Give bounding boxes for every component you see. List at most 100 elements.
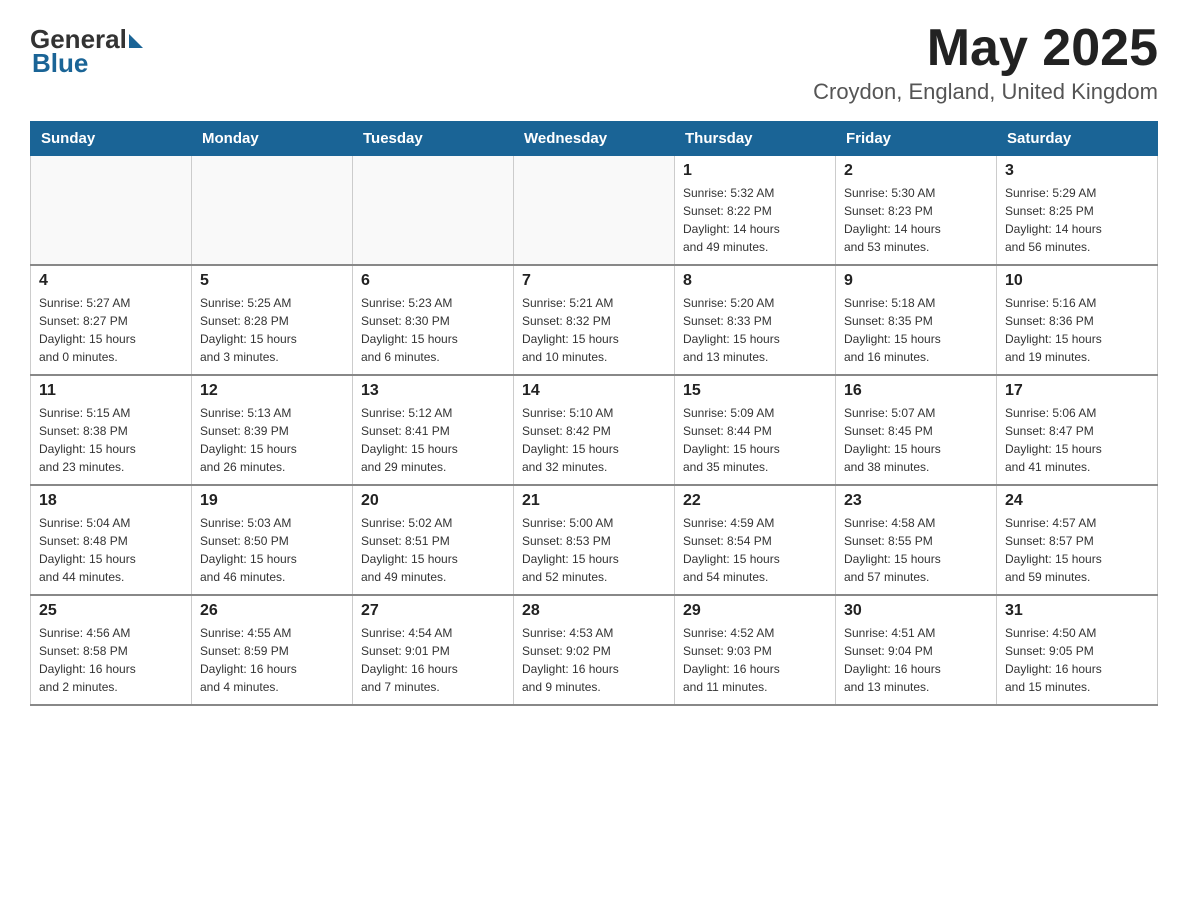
location-subtitle: Croydon, England, United Kingdom	[813, 79, 1158, 105]
day-number: 20	[361, 492, 505, 510]
calendar-day-cell: 26 Sunrise: 4:55 AM Sunset: 8:59 PM Dayli…	[192, 595, 353, 705]
day-number: 29	[683, 602, 827, 620]
day-of-week-header: Friday	[836, 122, 997, 156]
day-of-week-header: Thursday	[675, 122, 836, 156]
calendar-day-cell: 9 Sunrise: 5:18 AM Sunset: 8:35 PM Daylig…	[836, 265, 997, 375]
day-info: Sunrise: 5:13 AM Sunset: 8:39 PM Dayligh…	[200, 404, 344, 476]
day-number: 16	[844, 382, 988, 400]
day-info: Sunrise: 4:58 AM Sunset: 8:55 PM Dayligh…	[844, 514, 988, 586]
day-info: Sunrise: 5:27 AM Sunset: 8:27 PM Dayligh…	[39, 294, 183, 366]
day-number: 3	[1005, 162, 1149, 180]
day-info: Sunrise: 5:03 AM Sunset: 8:50 PM Dayligh…	[200, 514, 344, 586]
day-info: Sunrise: 5:10 AM Sunset: 8:42 PM Dayligh…	[522, 404, 666, 476]
day-number: 24	[1005, 492, 1149, 510]
calendar-day-cell: 15Sunrise: 5:09 AM Sunset: 8:44 PM Dayli…	[675, 375, 836, 485]
calendar-day-cell: 14 Sunrise: 5:10 AM Sunset: 8:42 PM Dayli…	[514, 375, 675, 485]
calendar-table: SundayMondayTuesdayWednesdayThursdayFrid…	[30, 121, 1158, 706]
day-number: 15	[683, 382, 827, 400]
day-info: Sunrise: 5:20 AM Sunset: 8:33 PM Dayligh…	[683, 294, 827, 366]
calendar-week-row: 11 Sunrise: 5:15 AM Sunset: 8:38 PM Dayli…	[31, 375, 1158, 485]
calendar-day-cell: 29 Sunrise: 4:52 AM Sunset: 9:03 PM Dayli…	[675, 595, 836, 705]
calendar-day-cell: 28 Sunrise: 4:53 AM Sunset: 9:02 PM Dayli…	[514, 595, 675, 705]
day-number: 9	[844, 272, 988, 290]
day-of-week-header: Wednesday	[514, 122, 675, 156]
day-info: Sunrise: 5:02 AM Sunset: 8:51 PM Dayligh…	[361, 514, 505, 586]
calendar-day-cell: 1 Sunrise: 5:32 AM Sunset: 8:22 PM Daylig…	[675, 156, 836, 266]
day-info: Sunrise: 4:52 AM Sunset: 9:03 PM Dayligh…	[683, 624, 827, 696]
day-number: 13	[361, 382, 505, 400]
day-info: Sunrise: 4:54 AM Sunset: 9:01 PM Dayligh…	[361, 624, 505, 696]
day-info: Sunrise: 5:30 AM Sunset: 8:23 PM Dayligh…	[844, 184, 988, 256]
day-number: 22	[683, 492, 827, 510]
calendar-day-cell: 10 Sunrise: 5:16 AM Sunset: 8:36 PM Dayli…	[997, 265, 1158, 375]
day-of-week-header: Saturday	[997, 122, 1158, 156]
calendar-week-row: 18Sunrise: 5:04 AM Sunset: 8:48 PM Dayli…	[31, 485, 1158, 595]
day-info: Sunrise: 5:29 AM Sunset: 8:25 PM Dayligh…	[1005, 184, 1149, 256]
day-info: Sunrise: 5:12 AM Sunset: 8:41 PM Dayligh…	[361, 404, 505, 476]
day-info: Sunrise: 4:53 AM Sunset: 9:02 PM Dayligh…	[522, 624, 666, 696]
day-info: Sunrise: 5:00 AM Sunset: 8:53 PM Dayligh…	[522, 514, 666, 586]
calendar-day-cell: 3 Sunrise: 5:29 AM Sunset: 8:25 PM Daylig…	[997, 156, 1158, 266]
day-info: Sunrise: 4:56 AM Sunset: 8:58 PM Dayligh…	[39, 624, 183, 696]
calendar-day-cell: 20 Sunrise: 5:02 AM Sunset: 8:51 PM Dayli…	[353, 485, 514, 595]
calendar-day-cell: 27 Sunrise: 4:54 AM Sunset: 9:01 PM Dayli…	[353, 595, 514, 705]
day-info: Sunrise: 5:07 AM Sunset: 8:45 PM Dayligh…	[844, 404, 988, 476]
calendar-day-cell: 22 Sunrise: 4:59 AM Sunset: 8:54 PM Dayli…	[675, 485, 836, 595]
calendar-day-cell	[353, 156, 514, 266]
calendar-day-cell: 23 Sunrise: 4:58 AM Sunset: 8:55 PM Dayli…	[836, 485, 997, 595]
calendar-day-cell	[192, 156, 353, 266]
day-number: 23	[844, 492, 988, 510]
day-info: Sunrise: 5:16 AM Sunset: 8:36 PM Dayligh…	[1005, 294, 1149, 366]
day-number: 11	[39, 382, 183, 400]
day-info: Sunrise: 5:32 AM Sunset: 8:22 PM Dayligh…	[683, 184, 827, 256]
calendar-day-cell: 31Sunrise: 4:50 AM Sunset: 9:05 PM Dayli…	[997, 595, 1158, 705]
day-number: 17	[1005, 382, 1149, 400]
day-number: 6	[361, 272, 505, 290]
calendar-day-cell: 25 Sunrise: 4:56 AM Sunset: 8:58 PM Dayli…	[31, 595, 192, 705]
day-of-week-header: Monday	[192, 122, 353, 156]
calendar-day-cell: 4Sunrise: 5:27 AM Sunset: 8:27 PM Daylig…	[31, 265, 192, 375]
day-number: 26	[200, 602, 344, 620]
day-number: 5	[200, 272, 344, 290]
calendar-day-cell: 18Sunrise: 5:04 AM Sunset: 8:48 PM Dayli…	[31, 485, 192, 595]
days-of-week-row: SundayMondayTuesdayWednesdayThursdayFrid…	[31, 122, 1158, 156]
calendar-day-cell: 5Sunrise: 5:25 AM Sunset: 8:28 PM Daylig…	[192, 265, 353, 375]
day-number: 27	[361, 602, 505, 620]
day-info: Sunrise: 5:06 AM Sunset: 8:47 PM Dayligh…	[1005, 404, 1149, 476]
calendar-day-cell: 13 Sunrise: 5:12 AM Sunset: 8:41 PM Dayli…	[353, 375, 514, 485]
day-number: 2	[844, 162, 988, 180]
day-info: Sunrise: 4:55 AM Sunset: 8:59 PM Dayligh…	[200, 624, 344, 696]
day-info: Sunrise: 5:15 AM Sunset: 8:38 PM Dayligh…	[39, 404, 183, 476]
logo-blue-text: Blue	[32, 48, 88, 79]
day-info: Sunrise: 5:04 AM Sunset: 8:48 PM Dayligh…	[39, 514, 183, 586]
calendar-week-row: 4Sunrise: 5:27 AM Sunset: 8:27 PM Daylig…	[31, 265, 1158, 375]
day-number: 1	[683, 162, 827, 180]
calendar-day-cell: 12Sunrise: 5:13 AM Sunset: 8:39 PM Dayli…	[192, 375, 353, 485]
day-info: Sunrise: 5:23 AM Sunset: 8:30 PM Dayligh…	[361, 294, 505, 366]
day-number: 10	[1005, 272, 1149, 290]
calendar-day-cell: 11 Sunrise: 5:15 AM Sunset: 8:38 PM Dayli…	[31, 375, 192, 485]
day-number: 7	[522, 272, 666, 290]
day-info: Sunrise: 4:57 AM Sunset: 8:57 PM Dayligh…	[1005, 514, 1149, 586]
calendar-day-cell: 19 Sunrise: 5:03 AM Sunset: 8:50 PM Dayli…	[192, 485, 353, 595]
calendar-day-cell: 30 Sunrise: 4:51 AM Sunset: 9:04 PM Dayli…	[836, 595, 997, 705]
calendar-day-cell: 2 Sunrise: 5:30 AM Sunset: 8:23 PM Daylig…	[836, 156, 997, 266]
day-number: 25	[39, 602, 183, 620]
page-header: General Blue May 2025 Croydon, England, …	[30, 20, 1158, 105]
calendar-day-cell: 21Sunrise: 5:00 AM Sunset: 8:53 PM Dayli…	[514, 485, 675, 595]
day-number: 30	[844, 602, 988, 620]
day-number: 28	[522, 602, 666, 620]
day-info: Sunrise: 4:51 AM Sunset: 9:04 PM Dayligh…	[844, 624, 988, 696]
day-info: Sunrise: 4:59 AM Sunset: 8:54 PM Dayligh…	[683, 514, 827, 586]
calendar-day-cell: 8Sunrise: 5:20 AM Sunset: 8:33 PM Daylig…	[675, 265, 836, 375]
day-number: 14	[522, 382, 666, 400]
calendar-day-cell	[514, 156, 675, 266]
calendar-week-row: 1 Sunrise: 5:32 AM Sunset: 8:22 PM Daylig…	[31, 156, 1158, 266]
calendar-day-cell: 6 Sunrise: 5:23 AM Sunset: 8:30 PM Daylig…	[353, 265, 514, 375]
calendar-body: 1 Sunrise: 5:32 AM Sunset: 8:22 PM Daylig…	[31, 156, 1158, 706]
day-info: Sunrise: 5:18 AM Sunset: 8:35 PM Dayligh…	[844, 294, 988, 366]
day-number: 19	[200, 492, 344, 510]
calendar-day-cell: 17 Sunrise: 5:06 AM Sunset: 8:47 PM Dayli…	[997, 375, 1158, 485]
month-year-title: May 2025	[813, 20, 1158, 77]
title-block: May 2025 Croydon, England, United Kingdo…	[813, 20, 1158, 105]
